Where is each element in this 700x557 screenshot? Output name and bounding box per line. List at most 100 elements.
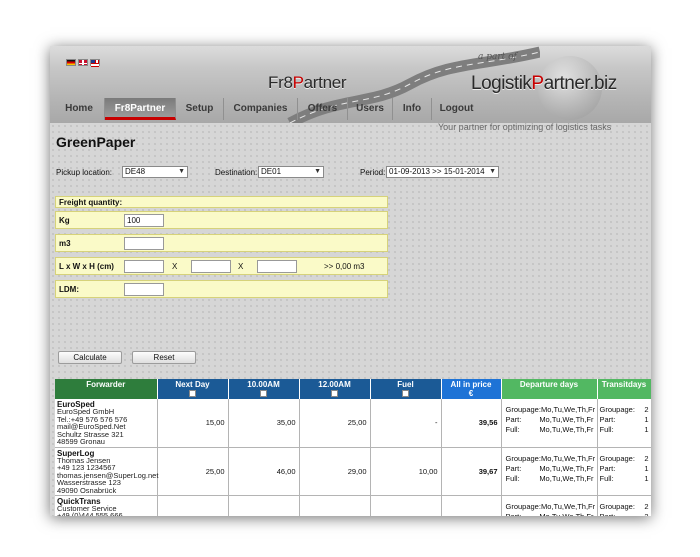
departure-line: Part: Mo,Tu,We,Th,Fr [506,415,594,425]
price-fuel: 8,50 [370,495,442,516]
departure-cell: Groupage: Mo,Tu,We,Th,Fr Part: Mo,Tu,We,Th,… [501,399,598,448]
departure-type: Part: [505,463,522,473]
transit-type: Groupage: [599,405,635,414]
dims-label: L x W x H (cm) [59,262,114,271]
price-twelve_am: 29,00 [299,447,371,496]
nav-setup[interactable]: Setup [176,98,224,120]
col-all-in-label: All in price [450,380,492,389]
forwarder-cell: EuroSped EuroSped GmbH Tel.:+49 576 576 57… [55,399,158,448]
transit-days: 2 [644,405,649,414]
nav-logout[interactable]: Logout [432,98,481,120]
dims-x2: X [238,262,244,271]
nav-users[interactable]: Users [348,98,393,120]
col-forwarder: Forwarder [55,379,158,399]
ldm-row: LDM: [55,280,388,298]
departure-type: Part: [505,511,522,517]
departure-type: Part: [505,415,522,424]
col-departure-label: Departure days [519,380,579,389]
col-fuel: Fuel [370,379,442,399]
main-nav: Home Fr8Partner Setup Companies Offers U… [54,98,481,120]
twelve-am-checkbox[interactable] [331,390,338,397]
transit-type: Part: [599,463,616,473]
m3-input[interactable] [124,237,164,250]
results-table: Forwarder Next Day 10.00AM 12.00AM Fuel … [55,379,651,516]
width-input[interactable] [191,260,231,273]
destination-value: DE01 [261,167,282,176]
table-row[interactable]: EuroSped EuroSped GmbH Tel.:+49 576 576 57… [55,399,651,448]
col-10am: 10.00AM [228,379,300,399]
a-part-of-text: a part of [478,52,517,62]
col-10am-label: 10.00AM [247,380,280,389]
col-12am-label: 12.00AM [318,380,351,389]
col-transit-label: Transitdays [601,380,647,389]
transit-line: Full: 1 [600,425,649,435]
flag-dk-icon[interactable] [78,59,88,66]
price-fuel: - [370,399,442,448]
forwarder-detail: +49 (0)444 555 666 [57,511,123,516]
forwarder-detail: 48599 Gronau [57,437,105,447]
departure-type: Full: [505,473,520,483]
price-total: 39,56 [441,399,502,448]
departure-days: Mo,Tu,We,Th,Fr [540,405,596,414]
flag-de-icon[interactable] [66,59,76,66]
col-12am: 12.00AM [299,379,371,399]
price-ten_am: 46,00 [228,447,300,496]
transit-days: 1 [644,425,649,434]
kg-input[interactable]: 100 [124,214,164,227]
transit-type: Full: [599,473,614,483]
kg-label: Kg [59,216,70,225]
volume-result: >> 0,00 m3 [324,262,365,271]
fuel-checkbox[interactable] [402,390,409,397]
transit-line: Groupage: 2 [600,405,649,415]
reset-button[interactable]: Reset [132,351,196,364]
flag-uk-icon[interactable] [90,59,100,67]
ldm-label: LDM: [59,285,79,294]
col-all-in-unit: € [468,389,474,398]
logistikpartner-logo[interactable]: LogistikPartner.biz [471,73,617,95]
transit-line: Groupage: 2 [600,454,649,464]
nav-info[interactable]: Info [393,98,432,120]
price-next_day: 25,00 [157,495,229,516]
results-table-wrap: Forwarder Next Day 10.00AM 12.00AM Fuel … [55,379,651,516]
height-input[interactable] [257,260,297,273]
transit-type: Groupage: [599,453,635,463]
transit-line: Groupage: 2 [600,502,649,512]
main-content: Your partner for optimizing of logistics… [50,122,651,516]
departure-cell: Groupage: Mo,Tu,We,Th,Fr Part: Mo,Tu,We,Th,… [501,495,598,517]
fr8partner-logo[interactable]: Fr8Partner [268,73,347,93]
departure-type: Groupage: [505,405,541,414]
ten-am-checkbox[interactable] [260,390,267,397]
nav-companies[interactable]: Companies [224,98,298,120]
dims-row: L x W x H (cm) X X >> 0,00 m3 [55,257,388,275]
transit-days: 1 [644,415,649,424]
chevron-down-icon: ▼ [314,168,321,175]
nav-fr8partner[interactable]: Fr8Partner [105,98,176,120]
departure-days: Mo,Tu,We,Th,Fr [540,453,596,463]
departure-days: Mo,Tu,We,Th,Fr [539,473,594,483]
departure-type: Groupage: [505,501,541,511]
price-total: 51,51 [441,495,502,516]
browser-window: a part of Fr8Partner LogistikPartner.biz… [50,46,651,516]
departure-line: Groupage: Mo,Tu,We,Th,Fr [505,405,596,415]
next-day-checkbox[interactable] [189,390,196,397]
ldm-input[interactable] [124,283,164,296]
nav-offers[interactable]: Offers [298,98,348,120]
price-twelve_am: 40,00 [299,495,371,516]
destination-select[interactable]: DE01 ▼ [258,166,324,178]
period-select[interactable]: 01-09-2013 >> 15-01-2014 ▼ [386,166,499,178]
price-next_day: 25,00 [157,447,229,496]
table-row[interactable]: SuperLog Thomas Jensen +49 123 1234567 thom… [55,447,651,496]
price-total: 39,67 [441,447,502,496]
transit-days: 2 [644,453,649,463]
departure-line: Groupage: Mo,Tu,We,Th,Fr [506,453,596,464]
departure-line: Part: Mo,Tu,We,Th,Fr [506,512,594,517]
dims-x1: X [172,262,178,271]
departure-days: Mo,Tu,We,Th,Fr [539,415,594,424]
length-input[interactable] [124,260,164,273]
pickup-select[interactable]: DE48 ▼ [122,166,188,178]
table-row[interactable]: QuickTrans Customer Service +49 (0)444 555… [55,495,651,516]
calculate-button[interactable]: Calculate [58,351,122,364]
col-fuel-label: Fuel [397,380,414,389]
price-twelve_am: 25,00 [299,399,371,448]
nav-home[interactable]: Home [54,98,105,120]
